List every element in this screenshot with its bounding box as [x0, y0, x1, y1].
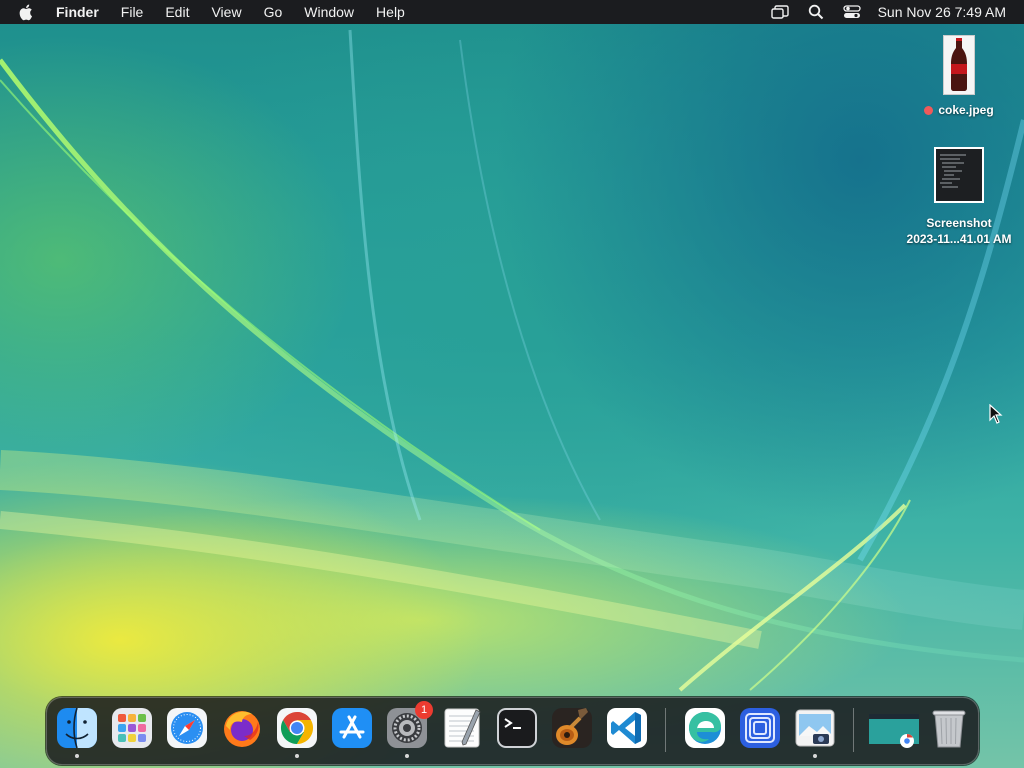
finder-icon	[57, 707, 97, 749]
dock-app-store[interactable]	[330, 706, 374, 750]
screen-mirroring-icon[interactable]	[770, 4, 790, 20]
menu-clock[interactable]: Sun Nov 26 7:49 AM	[878, 4, 1006, 20]
desktop-file-coke-jpeg[interactable]: coke.jpeg	[894, 35, 1024, 117]
running-indicator	[405, 754, 409, 758]
app-menu-finder[interactable]: Finder	[52, 0, 110, 24]
dock-garageband[interactable]	[550, 706, 594, 750]
menu-go[interactable]: Go	[253, 0, 294, 24]
dock-textedit[interactable]	[440, 706, 484, 750]
dock-system-settings[interactable]: 1	[385, 701, 433, 758]
trash-icon	[932, 710, 966, 748]
coke-thumbnail	[943, 35, 975, 95]
minimized-window-icon	[869, 714, 919, 748]
apple-menu-icon[interactable]	[18, 3, 36, 21]
wallpaper	[0, 29, 1024, 692]
dock-terminal[interactable]	[495, 706, 539, 750]
textedit-icon	[444, 708, 481, 748]
dock-microsoft-edge[interactable]	[683, 706, 727, 750]
red-tag-icon	[924, 106, 934, 115]
safari-icon	[167, 708, 207, 748]
dock: 1	[46, 697, 979, 765]
running-indicator	[295, 754, 299, 758]
garageband-icon	[552, 708, 592, 748]
dock-launchpad[interactable]	[110, 706, 154, 750]
dock-vscode[interactable]	[605, 706, 649, 750]
app-store-icon	[332, 708, 372, 748]
launchpad-icon	[112, 708, 152, 748]
desktop-file-label-line2: 2023-11...41.01 AM	[906, 232, 1012, 246]
dock-preview[interactable]	[793, 706, 837, 758]
dock-finder[interactable]	[55, 706, 99, 758]
menu-bar: Finder File Edit View Go Window Help Sun…	[0, 0, 1024, 24]
dock-firefox[interactable]	[220, 706, 264, 750]
simulator-icon	[740, 708, 780, 748]
desktop-file-label: coke.jpeg	[938, 103, 994, 117]
menu-edit[interactable]: Edit	[154, 0, 200, 24]
vscode-icon	[607, 708, 647, 748]
firefox-icon	[224, 711, 260, 747]
desktop-file-label-line1: Screenshot	[926, 216, 992, 230]
menu-view[interactable]: View	[200, 0, 252, 24]
mouse-cursor-icon	[989, 404, 1003, 424]
screenshot-thumbnail	[934, 147, 984, 203]
terminal-icon	[497, 708, 537, 748]
dock-separator	[665, 708, 666, 752]
menu-window[interactable]: Window	[293, 0, 365, 24]
dock-google-chrome[interactable]	[275, 706, 319, 758]
running-indicator	[75, 754, 79, 758]
notification-badge: 1	[415, 701, 433, 719]
dock-separator	[853, 708, 854, 752]
edge-icon	[685, 708, 725, 748]
dock-chrome-minimized-window[interactable]	[869, 706, 919, 750]
search-icon[interactable]	[806, 4, 826, 20]
chrome-icon	[277, 708, 317, 748]
control-center-icon[interactable]	[842, 4, 862, 20]
dock-trash[interactable]	[927, 706, 971, 750]
desktop-file-screenshot[interactable]: Screenshot 2023-11...41.01 AM	[894, 147, 1024, 247]
dock-simulator[interactable]	[738, 706, 782, 750]
menu-help[interactable]: Help	[365, 0, 416, 24]
menu-file[interactable]: File	[110, 0, 155, 24]
preview-icon	[795, 709, 835, 747]
desktop[interactable]	[0, 0, 1024, 768]
dock-safari[interactable]	[165, 706, 209, 750]
running-indicator	[813, 754, 817, 758]
